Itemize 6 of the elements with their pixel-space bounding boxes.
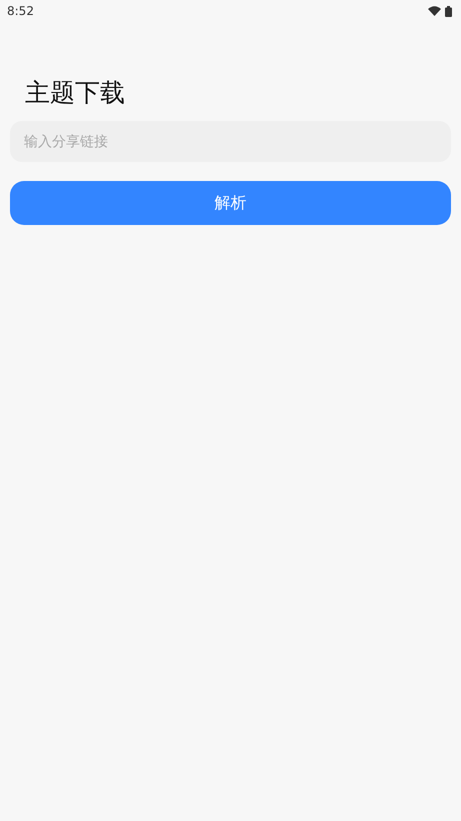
link-input-field[interactable]: 输入分享链接 (10, 121, 451, 162)
parse-button[interactable]: 解析 (10, 181, 451, 225)
page-title: 主题下载 (25, 77, 125, 109)
status-time: 8:52 (7, 3, 34, 20)
wifi-icon (428, 6, 441, 16)
battery-icon (445, 6, 452, 16)
